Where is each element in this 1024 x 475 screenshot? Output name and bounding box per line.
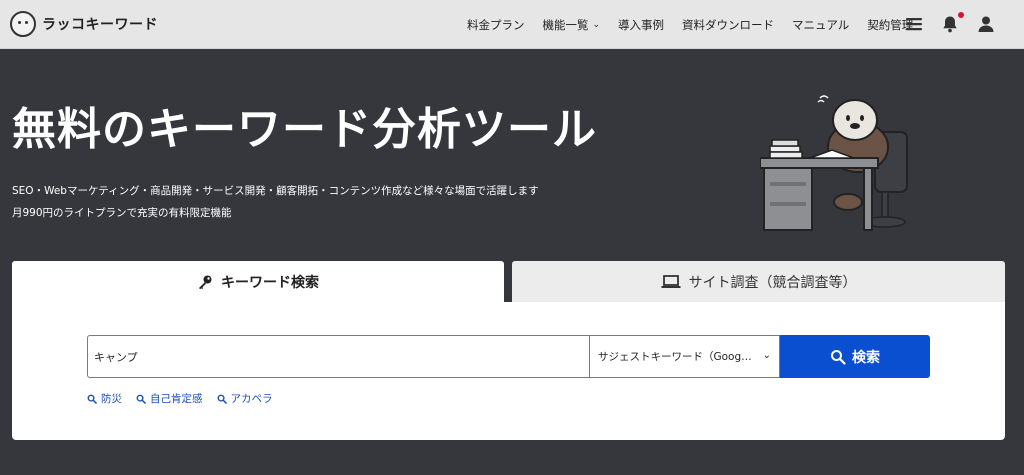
search-mode-select[interactable]: サジェストキーワード（Google） ⌄ <box>589 335 780 378</box>
chevron-down-icon: ⌄ <box>592 19 601 30</box>
hero-subtitle-1: SEO・Webマーケティング・商品開発・サービス開発・顧客開拓・コンテンツ作成な… <box>12 185 539 197</box>
tab-site-label: サイト調査（競合調査等） <box>688 274 857 291</box>
laptop-icon <box>661 274 681 290</box>
tab-keyword-search[interactable]: キーワード検索 <box>12 261 504 303</box>
tab-site-research[interactable]: サイト調査（競合調査等） <box>512 261 1005 302</box>
main-nav: 料金プラン 機能一覧 ⌄ 導入事例 資料ダウンロード マニュアル 契約管理 <box>467 0 931 49</box>
search-icon <box>217 394 227 404</box>
search-panel: サジェストキーワード（Google） ⌄ 検索 防災 自己肯定感 <box>12 302 1005 440</box>
key-icon <box>197 274 213 290</box>
related-keyword-link[interactable]: 防災 <box>87 391 122 406</box>
top-header: ラッコキーワード 料金プラン 機能一覧 ⌄ 導入事例 資料ダウンロード マニュア… <box>0 0 1024 49</box>
bell-icon[interactable] <box>940 14 960 34</box>
related-keyword-label: 防災 <box>101 393 122 405</box>
keyword-search-input[interactable] <box>87 335 589 378</box>
nav-download[interactable]: 資料ダウンロード <box>682 17 774 33</box>
search-form: サジェストキーワード（Google） ⌄ 検索 <box>87 335 930 378</box>
related-keyword-label: アカペラ <box>230 393 273 405</box>
related-keyword-link[interactable]: アカペラ <box>217 391 273 406</box>
logo-text: ラッコキーワード <box>42 17 158 33</box>
search-mode-value: サジェストキーワード（Google） <box>598 351 753 363</box>
user-icon[interactable] <box>976 14 996 34</box>
chevron-down-icon: ⌄ <box>762 350 771 361</box>
notification-dot <box>958 12 964 18</box>
logo[interactable]: ラッコキーワード <box>10 11 158 37</box>
hero-title: 無料のキーワード分析ツール <box>12 104 597 155</box>
nav-manual[interactable]: マニュアル <box>792 17 849 33</box>
nav-pricing[interactable]: 料金プラン <box>467 17 525 33</box>
related-keywords: 防災 自己肯定感 アカペラ <box>87 391 287 406</box>
related-keyword-link[interactable]: 自己肯定感 <box>136 391 203 406</box>
otter-logo-icon <box>10 11 36 37</box>
nav-case-studies[interactable]: 導入事例 <box>618 17 664 33</box>
search-icon <box>136 394 146 404</box>
related-keyword-label: 自己肯定感 <box>150 393 203 405</box>
otter-at-desk-illustration <box>760 95 908 231</box>
search-button[interactable]: 検索 <box>780 335 930 378</box>
nav-features-label: 機能一覧 <box>542 17 589 32</box>
search-icon <box>831 349 846 365</box>
hero-subtitle-2: 月990円のライトプランで充実の有料限定機能 <box>12 207 232 219</box>
tab-keyword-label: キーワード検索 <box>221 275 319 291</box>
nav-features[interactable]: 機能一覧 ⌄ <box>543 17 601 33</box>
menu-icon[interactable] <box>904 14 924 34</box>
search-icon <box>87 394 97 404</box>
search-button-label: 検索 <box>852 348 880 365</box>
